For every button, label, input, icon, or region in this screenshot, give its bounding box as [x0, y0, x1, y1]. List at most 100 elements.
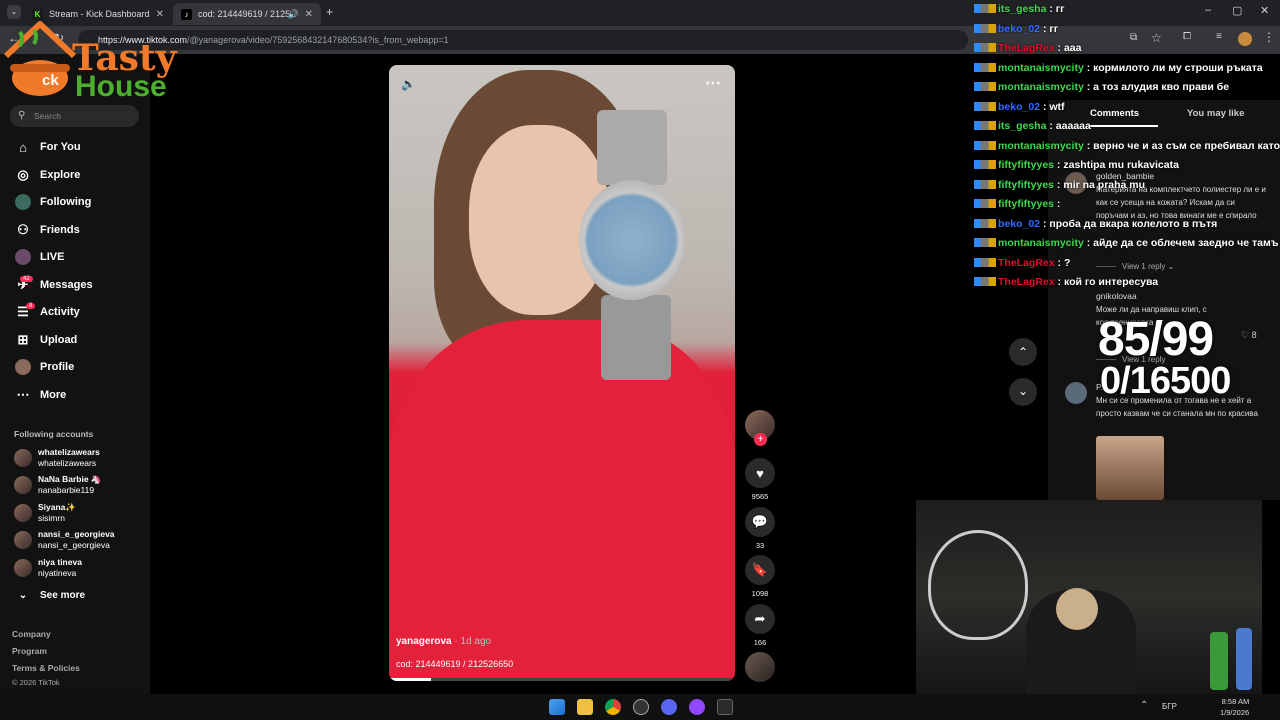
- chat-username[interactable]: fiftyfiftyyes: [998, 179, 1054, 191]
- comment-like[interactable]: ♡ 8: [1241, 330, 1257, 341]
- maximize-button[interactable]: ▢: [1232, 4, 1242, 17]
- music-disc[interactable]: [745, 652, 775, 682]
- more-options-icon[interactable]: ⋯: [705, 73, 721, 93]
- chat-text: zashtipa mu rukavicata: [1063, 159, 1179, 171]
- following-account[interactable]: niya tineva niyatineva: [14, 557, 82, 579]
- tray-chevron-icon[interactable]: ⌃: [1140, 700, 1148, 711]
- chat-message: montanaismycity : кормилото ли му строши…: [974, 62, 1263, 74]
- obs-icon[interactable]: [633, 699, 649, 715]
- like-button[interactable]: ♥ 9565: [745, 458, 775, 501]
- chrome-menu-icon[interactable]: ⋮: [1263, 30, 1275, 44]
- tab-tiktok[interactable]: ♪ cod: 214449619 / 2125266 🔊 ✕: [173, 3, 321, 25]
- chrome-icon[interactable]: [605, 699, 621, 715]
- tab-underline: [1090, 125, 1158, 127]
- friends-icon: ⚇: [17, 222, 29, 237]
- windows-taskbar: ⌃ БГР 8:58 AM 1/9/2026: [0, 694, 1280, 720]
- watch-strap: [601, 295, 671, 380]
- music-disc-icon: [745, 652, 775, 682]
- follow-plus-icon[interactable]: +: [754, 433, 767, 446]
- install-app-icon[interactable]: ⧉: [1130, 32, 1137, 43]
- language-indicator[interactable]: БГР: [1162, 702, 1177, 711]
- following-icon: [14, 193, 32, 211]
- chat-username[interactable]: its_gesha: [998, 3, 1046, 15]
- chat-username[interactable]: beko_02: [998, 218, 1040, 230]
- nav-for-you[interactable]: ⌂ For You: [14, 138, 80, 156]
- chat-username[interactable]: TheLagRex: [998, 257, 1055, 269]
- chat-username[interactable]: fiftyfiftyyes: [998, 198, 1054, 210]
- comment-image[interactable]: [1096, 436, 1164, 500]
- chat-badges-icon: [974, 199, 996, 208]
- clock[interactable]: 8:58 AM 1/9/2026: [1220, 696, 1249, 718]
- profile-icon: [14, 358, 32, 376]
- profile-avatar[interactable]: [1238, 32, 1252, 46]
- chat-username[interactable]: fiftyfiftyyes: [998, 159, 1054, 171]
- previous-video-button[interactable]: ⌃: [1009, 338, 1037, 366]
- chat-username[interactable]: montanaismycity: [998, 140, 1084, 152]
- next-video-button[interactable]: ⌄: [1009, 378, 1037, 406]
- nav-explore[interactable]: ◎ Explore: [14, 166, 80, 184]
- footer-terms[interactable]: Terms & Policies: [12, 663, 80, 673]
- windows-start-icon[interactable]: [549, 699, 565, 715]
- comment-button[interactable]: 💬 33: [745, 507, 775, 550]
- discord-icon[interactable]: [661, 699, 677, 715]
- window-close-button[interactable]: ✕: [1260, 4, 1269, 17]
- following-account[interactable]: nansi_e_georgieva nansi_e_georgieva: [14, 529, 115, 551]
- url-field[interactable]: https://www.tiktok.com/@yanagerova/video…: [78, 30, 968, 50]
- chat-message: beko_02 : wtf: [974, 101, 1065, 113]
- close-icon[interactable]: ✕: [305, 9, 313, 20]
- chat-username[interactable]: TheLagRex: [998, 42, 1055, 54]
- chat-message: TheLagRex : кой го интересува: [974, 276, 1158, 288]
- person-head: [1056, 588, 1098, 630]
- speaker-icon[interactable]: 🔊: [288, 9, 299, 20]
- nav-more[interactable]: ⋯ More: [14, 386, 67, 404]
- new-tab-button[interactable]: +: [326, 5, 333, 19]
- like-count: 9565: [751, 492, 769, 501]
- view-replies-link[interactable]: View 1 reply ⌄: [1096, 262, 1174, 271]
- comment-user[interactable]: gnikolovaa: [1096, 291, 1137, 301]
- video-player[interactable]: 🔈 ⋯: [389, 65, 735, 681]
- extensions-icon[interactable]: ⧠: [1183, 31, 1191, 42]
- chat-username[interactable]: beko_02: [998, 101, 1040, 113]
- chat-username[interactable]: TheLagRex: [998, 276, 1055, 288]
- file-explorer-icon[interactable]: [577, 699, 593, 715]
- footer-company[interactable]: Company: [12, 629, 51, 639]
- upload-icon: ⊞: [17, 332, 29, 347]
- nav-live[interactable]: LIVE: [14, 248, 64, 266]
- bookmark-star-icon[interactable]: ☆: [1151, 31, 1162, 45]
- footer-program[interactable]: Program: [12, 646, 47, 656]
- tab-you-may-like[interactable]: You may like: [1187, 108, 1244, 119]
- chat-message: fiftyfiftyyes : zashtipa mu rukavicata: [974, 159, 1179, 171]
- terminal-icon[interactable]: [717, 699, 733, 715]
- minimize-button[interactable]: –: [1205, 4, 1211, 16]
- twitch-icon[interactable]: [689, 699, 705, 715]
- chat-text: а тоз алудия кво прави бе: [1093, 81, 1230, 93]
- chat-username[interactable]: montanaismycity: [998, 237, 1084, 249]
- progress-bar[interactable]: [389, 678, 735, 681]
- volume-icon[interactable]: 🔈: [401, 77, 416, 91]
- nav-following[interactable]: Following: [14, 193, 91, 211]
- nav-profile[interactable]: Profile: [14, 358, 74, 376]
- nav-upload[interactable]: ⊞ Upload: [14, 331, 78, 349]
- media-controls-icon[interactable]: ≡: [1216, 31, 1222, 42]
- chat-username[interactable]: montanaismycity: [998, 81, 1084, 93]
- chat-username[interactable]: beko_02: [998, 23, 1040, 35]
- video-author[interactable]: yanagerova · 1d ago: [396, 636, 491, 647]
- search-input[interactable]: ⚲ Search: [10, 105, 139, 127]
- chat-username[interactable]: its_gesha: [998, 120, 1046, 132]
- messages-badge: 42: [20, 276, 33, 282]
- following-account[interactable]: NaNa Barbie 🦄 nanabarbie119: [14, 474, 102, 496]
- nav-friends[interactable]: ⚇ Friends: [14, 221, 80, 239]
- chat-text: wtf: [1049, 100, 1065, 113]
- see-more-link[interactable]: ⌄ See more: [14, 586, 85, 604]
- logo-text-house: House: [75, 70, 167, 103]
- chevron-down-icon: ⌄: [18, 589, 28, 601]
- following-account[interactable]: Siyana✨ sisimrn: [14, 502, 76, 524]
- chat-username[interactable]: montanaismycity: [998, 62, 1084, 74]
- save-button[interactable]: 🔖 1098: [745, 555, 775, 598]
- following-account[interactable]: whatelizawears whatelizawears: [14, 447, 100, 469]
- chat-message: montanaismycity : верно че и аз съм се п…: [974, 140, 1280, 152]
- nav-activity[interactable]: ☰ Activity: [14, 303, 80, 321]
- share-button[interactable]: ➦ 166: [745, 604, 775, 647]
- author-avatar[interactable]: +: [745, 410, 775, 446]
- tab-comments[interactable]: Comments: [1090, 108, 1139, 119]
